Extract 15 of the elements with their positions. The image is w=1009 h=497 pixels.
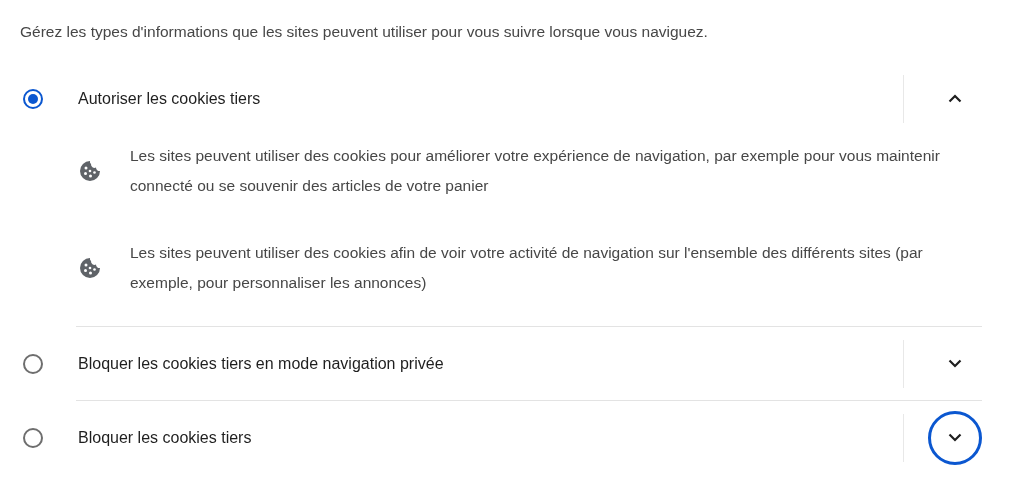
chevron-up-icon xyxy=(948,94,962,103)
chevron-down-icon xyxy=(948,433,962,442)
radio-button[interactable] xyxy=(23,353,43,374)
option-label[interactable]: Autoriser les cookies tiers xyxy=(78,89,903,108)
radio-button[interactable] xyxy=(23,427,43,448)
expand-button[interactable] xyxy=(928,410,982,465)
detail-text: Les sites peuvent utiliser des cookies pour améliorer votre expérience de navigation, par exemple pour vous maintenir connecté ou se souvenir des articles de votre panier xyxy=(130,146,941,196)
cookie-icon xyxy=(78,159,102,183)
detail-text: Les sites peuvent utiliser des cookies afin de voir votre activité de navigation sur l'ensemble des différents sites (par exemple, pour personnaliser les annonces) xyxy=(130,243,924,293)
radio-button[interactable] xyxy=(23,88,43,109)
cookie-icon xyxy=(78,256,102,280)
option-label[interactable]: Bloquer les cookies tiers en mode navigation privée xyxy=(78,354,903,373)
chevron-down-icon xyxy=(948,359,962,368)
description-text: Gérez les types d'informations que les sites peuvent utiliser pour vous suivre lorsque vous naviguez. xyxy=(20,22,709,42)
option-label[interactable]: Bloquer les cookies tiers xyxy=(78,428,903,447)
